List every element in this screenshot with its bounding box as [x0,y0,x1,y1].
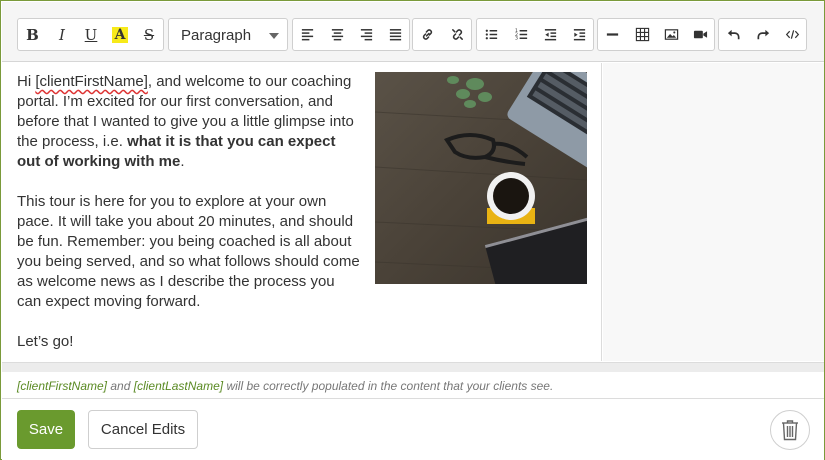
indent-button[interactable] [564,19,593,50]
table-icon [635,27,649,42]
bullet-list-icon [485,29,498,40]
align-center-button[interactable] [322,19,351,50]
redo-button[interactable] [748,19,777,50]
outdent-icon [544,29,556,41]
editor-toolbar: B I U A S Paragraph 1 2 3 [2,2,824,62]
align-left-icon [301,29,314,41]
client-first-name-variable: [clientFirstName] [35,73,148,90]
link-icon [422,29,433,40]
editor-footer: Save Cancel Edits [2,400,824,460]
bullet-list-button[interactable] [477,19,506,50]
note-var-first-name: [clientFirstName] [17,379,108,393]
align-justify-icon [389,29,401,41]
bold-icon: B [26,25,39,44]
editor-content[interactable]: Hi [clientFirstName], and welcome to our… [2,63,602,361]
align-right-icon [360,29,372,41]
highlight-icon: A [111,26,129,43]
align-right-button[interactable] [351,19,380,50]
paragraph-2: This tour is here for you to explore at … [17,193,360,310]
block-format-value: Paragraph [181,27,252,44]
outdent-button[interactable] [535,19,564,50]
italic-icon: I [59,25,65,44]
desk-photo [375,72,587,284]
table-button[interactable] [627,19,656,50]
horizontal-rule-icon [606,33,619,36]
video-icon [693,30,707,39]
format-group: B I U A S [17,18,164,51]
video-button[interactable] [685,19,714,50]
cancel-edits-button[interactable]: Cancel Edits [88,410,198,449]
save-button[interactable]: Save [17,410,75,449]
align-center-icon [331,29,343,41]
list-group: 123 [476,18,594,51]
italic-button[interactable]: I [47,19,76,50]
align-justify-button[interactable] [380,19,409,50]
undo-button[interactable] [719,19,748,50]
align-left-button[interactable] [293,19,322,50]
horizontal-rule-button[interactable] [598,19,627,50]
indent-icon [573,29,585,41]
underline-button[interactable]: U [76,19,105,50]
block-format-select[interactable]: Paragraph [168,18,288,51]
history-group [718,18,807,51]
undo-icon [727,29,740,40]
strikethrough-icon: S [143,25,155,44]
note-and: and [107,379,134,393]
chevron-down-icon [269,33,279,39]
desk-photo-image [375,72,587,284]
svg-text:3: 3 [514,36,517,42]
underline-icon: U [84,25,98,44]
editor-frame: B I U A S Paragraph 1 2 3 Hi [clientFirs… [0,0,825,460]
unlink-button[interactable] [442,19,471,50]
unlink-icon [451,29,463,40]
p1-start: Hi [17,73,36,90]
editor-text[interactable]: Hi [clientFirstName], and welcome to our… [17,72,362,372]
image-icon [664,29,678,40]
delete-button[interactable] [770,410,810,450]
paragraph-3: Let’s go! [17,333,74,350]
link-button[interactable] [413,19,442,50]
right-panel [603,63,824,361]
highlight-button[interactable]: A [105,19,134,50]
numbered-list-button[interactable]: 123 [506,19,535,50]
align-group [292,18,410,51]
p1-end: . [180,153,185,170]
code-view-button[interactable] [777,19,806,50]
note-var-last-name: [clientLastName] [133,379,224,393]
code-view-icon [785,30,799,39]
editor-resize-bar[interactable] [2,362,824,372]
numbered-list-icon: 123 [514,28,527,42]
strikethrough-button[interactable]: S [134,19,163,50]
bold-button[interactable]: B [18,19,47,50]
insert-group [597,18,715,51]
trash-icon [782,420,798,441]
note-text: will be correctly populated in the conte… [223,379,554,393]
paragraph-1: Hi [clientFirstName], and welcome to our… [17,72,362,172]
redo-icon [757,29,769,40]
variables-note: [clientFirstName] and [clientLastName] w… [2,373,824,399]
image-button[interactable] [656,19,685,50]
link-group [412,18,472,51]
